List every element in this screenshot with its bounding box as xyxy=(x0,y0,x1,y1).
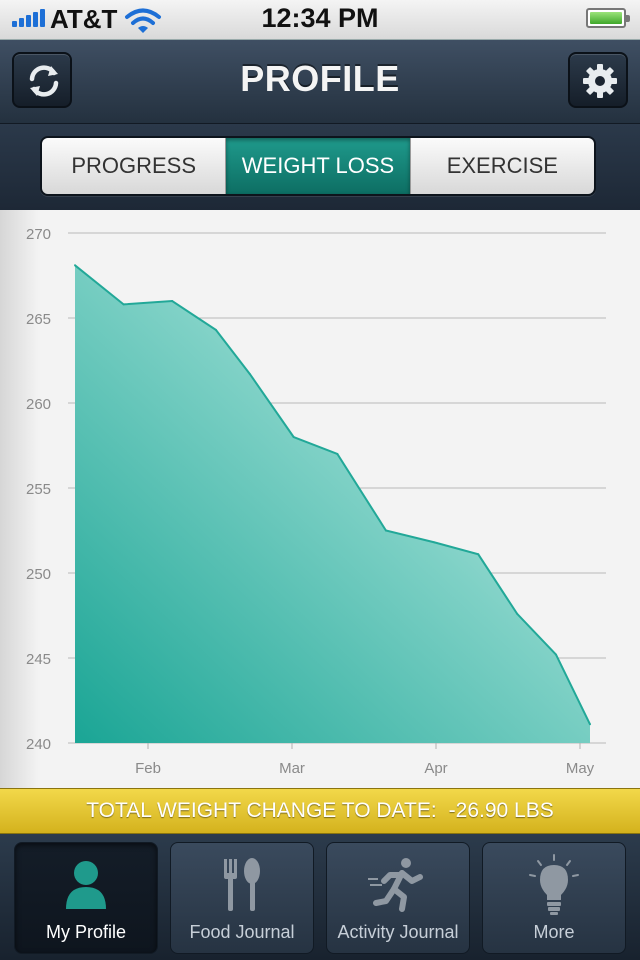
y-tick-label: 260 xyxy=(26,396,51,413)
total-value: -26.90 LBS xyxy=(448,799,554,822)
data-point xyxy=(248,373,251,376)
total-weight-banner: TOTAL WEIGHT CHANGE TO DATE: -26.90 LBS xyxy=(0,788,640,834)
weight-chart-svg: 270 265 260 255 250 245 240 Feb Mar Apr May xyxy=(26,226,606,777)
tab-activity-journal[interactable]: Activity Journal xyxy=(326,842,470,954)
status-bar: AT&T 12:34 PM xyxy=(0,0,640,40)
data-point xyxy=(214,328,217,331)
y-tick-label: 255 xyxy=(26,481,51,498)
data-point xyxy=(477,553,480,556)
x-tick-label: Feb xyxy=(135,760,161,777)
page-title: PROFILE xyxy=(240,58,400,99)
y-tick-label: 250 xyxy=(26,566,51,583)
x-tick-label: Mar xyxy=(279,760,305,777)
fork-spoon-icon xyxy=(224,858,260,911)
data-point xyxy=(292,436,295,438)
data-point xyxy=(336,453,339,455)
tab-bar: My Profile Food Journal Activity Journal… xyxy=(0,834,640,960)
y-tick-label: 265 xyxy=(26,311,51,328)
segmented-control: PROGRESS WEIGHT LOSS EXERCISE xyxy=(40,136,596,196)
data-point xyxy=(433,541,436,544)
tab-label: More xyxy=(533,922,575,942)
tab-my-profile[interactable]: My Profile xyxy=(14,842,158,954)
data-point xyxy=(589,723,591,726)
battery-icon xyxy=(586,8,630,28)
tab-more[interactable]: More xyxy=(482,842,626,954)
total-label: TOTAL WEIGHT CHANGE TO DATE: xyxy=(86,799,437,822)
weight-area xyxy=(75,265,590,743)
y-tick-label: 245 xyxy=(26,651,51,668)
gear-icon xyxy=(583,64,617,98)
lightbulb-icon xyxy=(529,854,579,915)
x-tick-label: Apr xyxy=(424,760,447,777)
y-tick-label: 240 xyxy=(26,736,51,753)
person-icon xyxy=(66,861,106,909)
data-point xyxy=(554,653,557,656)
runner-icon xyxy=(368,858,423,912)
status-time: 12:34 PM xyxy=(261,3,379,33)
segment-area: PROGRESS WEIGHT LOSS EXERCISE xyxy=(0,124,640,210)
weight-chart: 270 265 260 255 250 245 240 Feb Mar Apr May xyxy=(0,210,640,788)
segment-exercise[interactable]: EXERCISE xyxy=(410,138,594,194)
data-point xyxy=(171,300,174,302)
tab-food-journal[interactable]: Food Journal xyxy=(170,842,314,954)
nav-bar: PROFILE xyxy=(0,40,640,124)
tab-label: Food Journal xyxy=(189,922,295,942)
data-point xyxy=(122,303,125,306)
tab-label: Activity Journal xyxy=(337,922,459,942)
segment-weight-loss[interactable]: WEIGHT LOSS xyxy=(226,138,411,194)
data-point xyxy=(74,264,76,267)
settings-button[interactable] xyxy=(568,52,628,108)
y-tick-label: 270 xyxy=(26,226,51,243)
data-point xyxy=(516,612,519,615)
data-point xyxy=(384,529,387,532)
tab-label: My Profile xyxy=(45,922,126,942)
x-tick-label: May xyxy=(566,760,595,777)
segment-progress[interactable]: PROGRESS xyxy=(42,138,227,194)
